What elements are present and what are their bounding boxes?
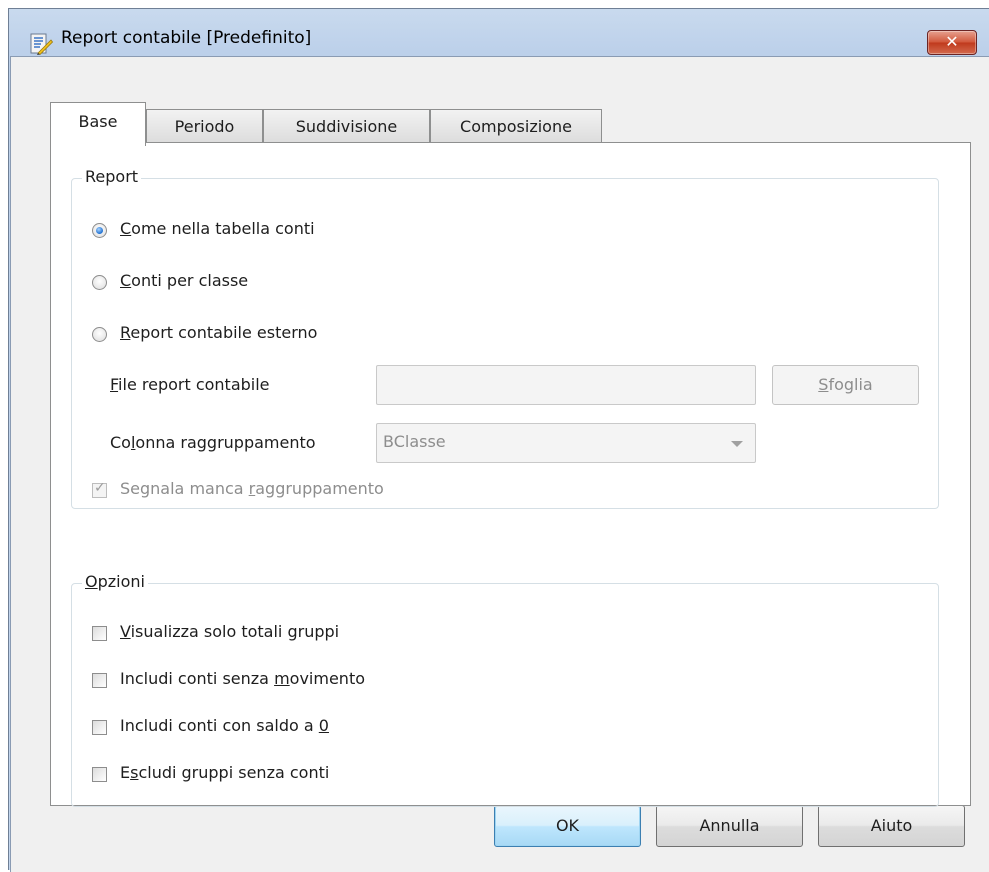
group-column-value: BClasse bbox=[383, 432, 446, 451]
checkbox-label-visualizza-totali[interactable]: Visualizza solo totali gruppi bbox=[120, 622, 339, 641]
chevron-down-icon bbox=[731, 441, 743, 447]
checkbox-label-conti-senza-movimento[interactable]: Includi conti senza movimento bbox=[120, 669, 365, 688]
dialog-window: Report contabile [Predefinito] ✕ Base Pe… bbox=[8, 8, 989, 872]
checkbox-conti-saldo-zero[interactable] bbox=[92, 720, 107, 735]
tab-label: Composizione bbox=[460, 117, 572, 136]
tab-label: Base bbox=[78, 112, 118, 131]
radio-label-come-tabella-conti[interactable]: Come nella tabella conti bbox=[120, 219, 315, 238]
group-column-label: Colonna raggruppamento bbox=[110, 433, 316, 452]
checkbox-label-conti-saldo-zero[interactable]: Includi conti con saldo a 0 bbox=[120, 716, 329, 735]
window-title: Report contabile [Predefinito] bbox=[61, 28, 312, 48]
report-group: Report Come nella tabella conti Conti pe… bbox=[71, 167, 939, 509]
checkbox-label-escludi-gruppi[interactable]: Escludi gruppi senza conti bbox=[120, 763, 329, 782]
options-group: Opzioni Visualizza solo totali gruppi In… bbox=[71, 572, 939, 807]
file-report-input[interactable] bbox=[376, 365, 756, 405]
report-group-legend: Report bbox=[82, 167, 142, 186]
radio-conti-per-classe[interactable] bbox=[92, 275, 107, 290]
file-report-label: File report contabile bbox=[110, 375, 270, 394]
tab-periodo[interactable]: Periodo bbox=[146, 109, 263, 143]
tab-panel-base: Report Come nella tabella conti Conti pe… bbox=[50, 142, 971, 807]
checkbox-escludi-gruppi[interactable] bbox=[92, 767, 107, 782]
missing-group-checkbox[interactable]: ✓ bbox=[92, 480, 107, 498]
group-column-select[interactable]: BClasse bbox=[376, 423, 756, 463]
dialog-client-area: Base Periodo Suddivisione Composizione R… bbox=[10, 56, 989, 872]
close-icon: ✕ bbox=[945, 32, 959, 51]
checkbox-conti-senza-movimento[interactable] bbox=[92, 673, 107, 688]
radio-come-tabella-conti[interactable] bbox=[92, 223, 107, 238]
radio-label-report-contabile-esterno[interactable]: Report contabile esterno bbox=[120, 323, 317, 342]
ok-button[interactable]: OK bbox=[494, 805, 641, 847]
report-document-icon bbox=[30, 33, 53, 55]
radio-report-contabile-esterno[interactable] bbox=[92, 327, 107, 342]
checkbox-visualizza-totali[interactable] bbox=[92, 626, 107, 641]
help-button[interactable]: Aiuto bbox=[818, 805, 965, 847]
title-bar[interactable]: Report contabile [Predefinito] ✕ bbox=[9, 9, 989, 55]
cancel-button[interactable]: Annulla bbox=[656, 805, 803, 847]
tab-label: Suddivisione bbox=[295, 117, 398, 136]
tab-composizione[interactable]: Composizione bbox=[430, 109, 602, 143]
tab-base[interactable]: Base bbox=[50, 102, 146, 146]
tab-suddivisione[interactable]: Suddivisione bbox=[263, 109, 430, 143]
radio-label-conti-per-classe[interactable]: Conti per classe bbox=[120, 271, 248, 290]
tab-label: Periodo bbox=[174, 117, 235, 136]
browse-button[interactable]: Sfoglia bbox=[772, 365, 919, 405]
options-group-legend: Opzioni bbox=[82, 572, 148, 591]
close-button[interactable]: ✕ bbox=[927, 30, 977, 55]
check-icon: ✓ bbox=[94, 480, 106, 496]
missing-group-label[interactable]: Segnala manca raggruppamento bbox=[120, 479, 384, 498]
